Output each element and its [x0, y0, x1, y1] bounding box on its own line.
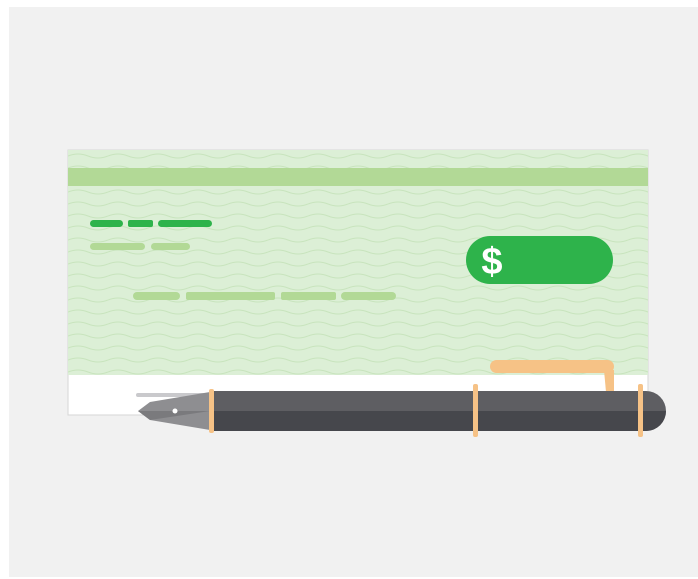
- signature-line: [490, 360, 614, 373]
- payer-name-placeholder: [90, 220, 212, 227]
- payee-line-placeholder: [133, 292, 396, 300]
- check-illustration: $: [67, 149, 666, 437]
- check: $: [67, 149, 649, 416]
- pen-band: [209, 389, 214, 433]
- payer-address-placeholder: [90, 243, 190, 250]
- dollar-sign-icon: $: [481, 241, 502, 283]
- check-header-band: [68, 168, 648, 186]
- amount-box: $: [466, 236, 613, 284]
- pen-band: [638, 384, 643, 437]
- pen-band: [473, 384, 478, 437]
